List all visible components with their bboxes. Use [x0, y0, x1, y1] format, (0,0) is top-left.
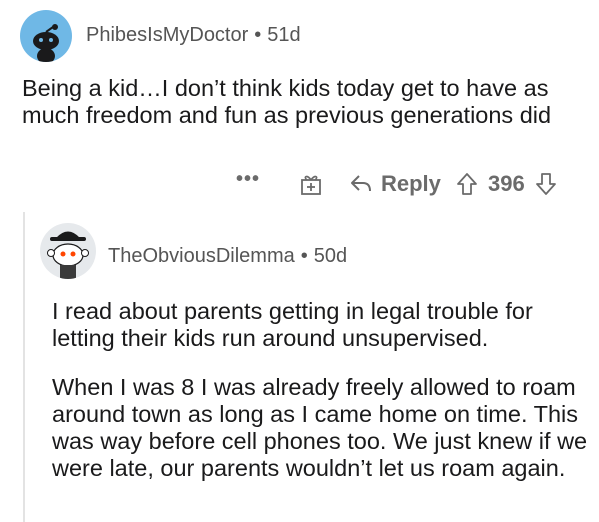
- avatar[interactable]: [40, 223, 96, 279]
- award-button[interactable]: [299, 172, 323, 196]
- comment-action-bar: ••• Reply 396: [0, 168, 599, 202]
- comment-meta: PhibesIsMyDoctor • 51d: [86, 24, 301, 47]
- downvote-arrow-icon[interactable]: [535, 172, 557, 196]
- comment-meta: TheObviousDilemma • 50d: [108, 245, 347, 268]
- more-options-button[interactable]: •••: [236, 168, 260, 191]
- vote-count: 396: [488, 171, 525, 196]
- comment-age: 50d: [313, 245, 348, 267]
- comment-paragraph: When I was 8 I was already freely allowe…: [52, 374, 588, 481]
- reply-button[interactable]: Reply: [349, 169, 441, 199]
- reply-label: Reply: [381, 171, 441, 196]
- comment-age: 51d: [267, 24, 301, 46]
- reply-arrow-icon: [351, 175, 371, 192]
- comment-paragraph: I read about parents getting in legal tr…: [52, 298, 533, 351]
- meta-separator: •: [254, 24, 262, 46]
- gift-award-icon: [301, 175, 321, 195]
- avatar[interactable]: [20, 10, 72, 62]
- upvote-arrow-icon[interactable]: [456, 172, 478, 196]
- default-snoo-avatar-icon: [33, 24, 59, 62]
- snoo-with-hat-avatar-icon: [47, 231, 89, 279]
- username[interactable]: TheObviousDilemma: [108, 245, 295, 267]
- thread-line[interactable]: [23, 212, 25, 522]
- comment-body: Being a kid…I don’t think kids today get…: [22, 75, 552, 128]
- username[interactable]: PhibesIsMyDoctor: [86, 24, 248, 46]
- vote-controls: 396: [456, 169, 557, 199]
- meta-separator: •: [300, 245, 308, 267]
